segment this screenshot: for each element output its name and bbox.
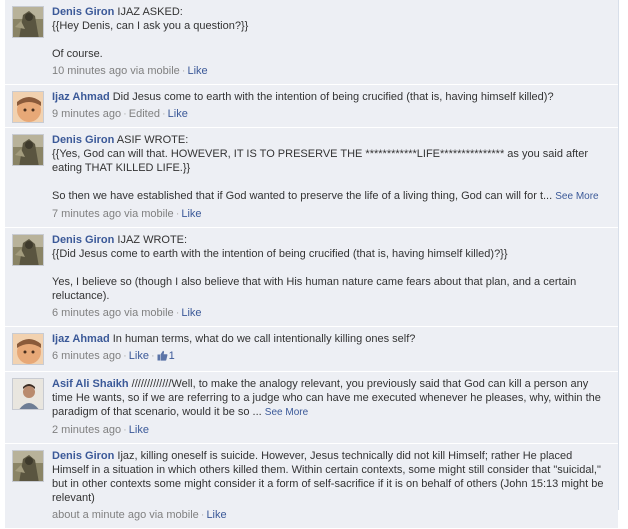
comment: Ijaz Ahmad In human terms, what do we ca…: [5, 327, 618, 372]
avatar-denis-giron[interactable]: [12, 450, 44, 482]
see-more-link[interactable]: See More: [265, 407, 308, 418]
comment-author[interactable]: Denis Giron: [52, 450, 114, 462]
comment-text: ASIF WROTE: {{Yes, God can will that. HO…: [52, 134, 589, 202]
comment-text: Did Jesus come to earth with the intenti…: [112, 91, 554, 103]
meta-separator: ·: [181, 65, 186, 77]
meta-separator: ·: [123, 350, 127, 362]
comment-author[interactable]: Asif Ali Shaikh: [52, 378, 129, 390]
see-more-link[interactable]: See More: [555, 191, 598, 202]
like-count[interactable]: 1: [157, 350, 175, 362]
meta-separator: ·: [161, 108, 166, 120]
avatar-ijaz-ahmad[interactable]: [12, 333, 44, 365]
meta-separator: ·: [123, 424, 127, 436]
comment-meta: 9 minutes ago · Edited · Like: [52, 107, 610, 121]
avatar-denis-giron[interactable]: [12, 234, 44, 266]
comment-thread: Denis Giron IJAZ ASKED: {{Hey Denis, can…: [0, 0, 619, 529]
like-link[interactable]: Like: [181, 208, 201, 220]
comment-text: /////////////Well, to make the analogy r…: [52, 378, 604, 418]
comment: Denis Giron IJAZ WROTE: {{Did Jesus come…: [5, 228, 618, 327]
like-link[interactable]: Like: [129, 350, 149, 362]
avatar-ijaz-ahmad[interactable]: [12, 91, 44, 123]
comment-author[interactable]: Ijaz Ahmad: [52, 91, 110, 103]
meta-separator: ·: [175, 307, 180, 319]
edited-label[interactable]: Edited: [129, 108, 160, 120]
comment-meta: 10 minutes ago via mobile · Like: [52, 64, 610, 78]
meta-separator: ·: [200, 509, 205, 521]
comment-meta: 2 minutes ago · Like: [52, 423, 610, 437]
like-link[interactable]: Like: [206, 509, 226, 521]
comment: Denis Giron ASIF WROTE: {{Yes, God can w…: [5, 128, 618, 228]
comment-timestamp: 2 minutes ago: [52, 424, 122, 436]
comment: Denis Giron IJAZ ASKED: {{Hey Denis, can…: [5, 0, 618, 85]
comment-meta: 6 minutes ago · Like · 1: [52, 349, 610, 365]
meta-separator: ·: [175, 208, 180, 220]
comment-meta: 6 minutes ago via mobile · Like: [52, 306, 610, 320]
like-link[interactable]: Like: [129, 424, 149, 436]
comment: Denis Giron Ijaz, killing oneself is sui…: [5, 444, 618, 529]
comment-timestamp: 9 minutes ago: [52, 108, 122, 120]
comment-meta: 7 minutes ago via mobile · Like: [52, 207, 610, 221]
comment-timestamp: 6 minutes ago via mobile: [52, 307, 174, 319]
comment-author[interactable]: Denis Giron: [52, 234, 114, 246]
comment-author[interactable]: Denis Giron: [52, 6, 114, 18]
meta-separator: ·: [123, 108, 127, 120]
like-link[interactable]: Like: [181, 307, 201, 319]
avatar-denis-giron[interactable]: [12, 134, 44, 166]
comment-meta: about a minute ago via mobile · Like: [52, 508, 610, 522]
like-link[interactable]: Like: [168, 108, 188, 120]
comment-timestamp: 6 minutes ago: [52, 350, 122, 362]
like-count-value: 1: [168, 350, 175, 362]
thumbs-up-icon: [157, 350, 168, 365]
comment-text: IJAZ WROTE: {{Did Jesus come to earth wi…: [52, 234, 577, 302]
comment: Asif Ali Shaikh /////////////Well, to ma…: [5, 372, 618, 444]
comment-text: In human terms, what do we call intentio…: [112, 333, 416, 345]
like-link[interactable]: Like: [187, 65, 207, 77]
meta-separator: ·: [150, 350, 155, 362]
avatar-denis-giron[interactable]: [12, 6, 44, 38]
comment-author[interactable]: Ijaz Ahmad: [52, 333, 110, 345]
avatar-asif-ali-shaikh[interactable]: [12, 378, 44, 410]
comment-timestamp: 10 minutes ago via mobile: [52, 65, 180, 77]
comment-timestamp: 7 minutes ago via mobile: [52, 208, 174, 220]
comment-timestamp: about a minute ago via mobile: [52, 509, 199, 521]
comment: Ijaz Ahmad Did Jesus come to earth with …: [5, 85, 618, 128]
comment-text: Ijaz, killing oneself is suicide. Howeve…: [52, 450, 607, 504]
comment-author[interactable]: Denis Giron: [52, 134, 114, 146]
